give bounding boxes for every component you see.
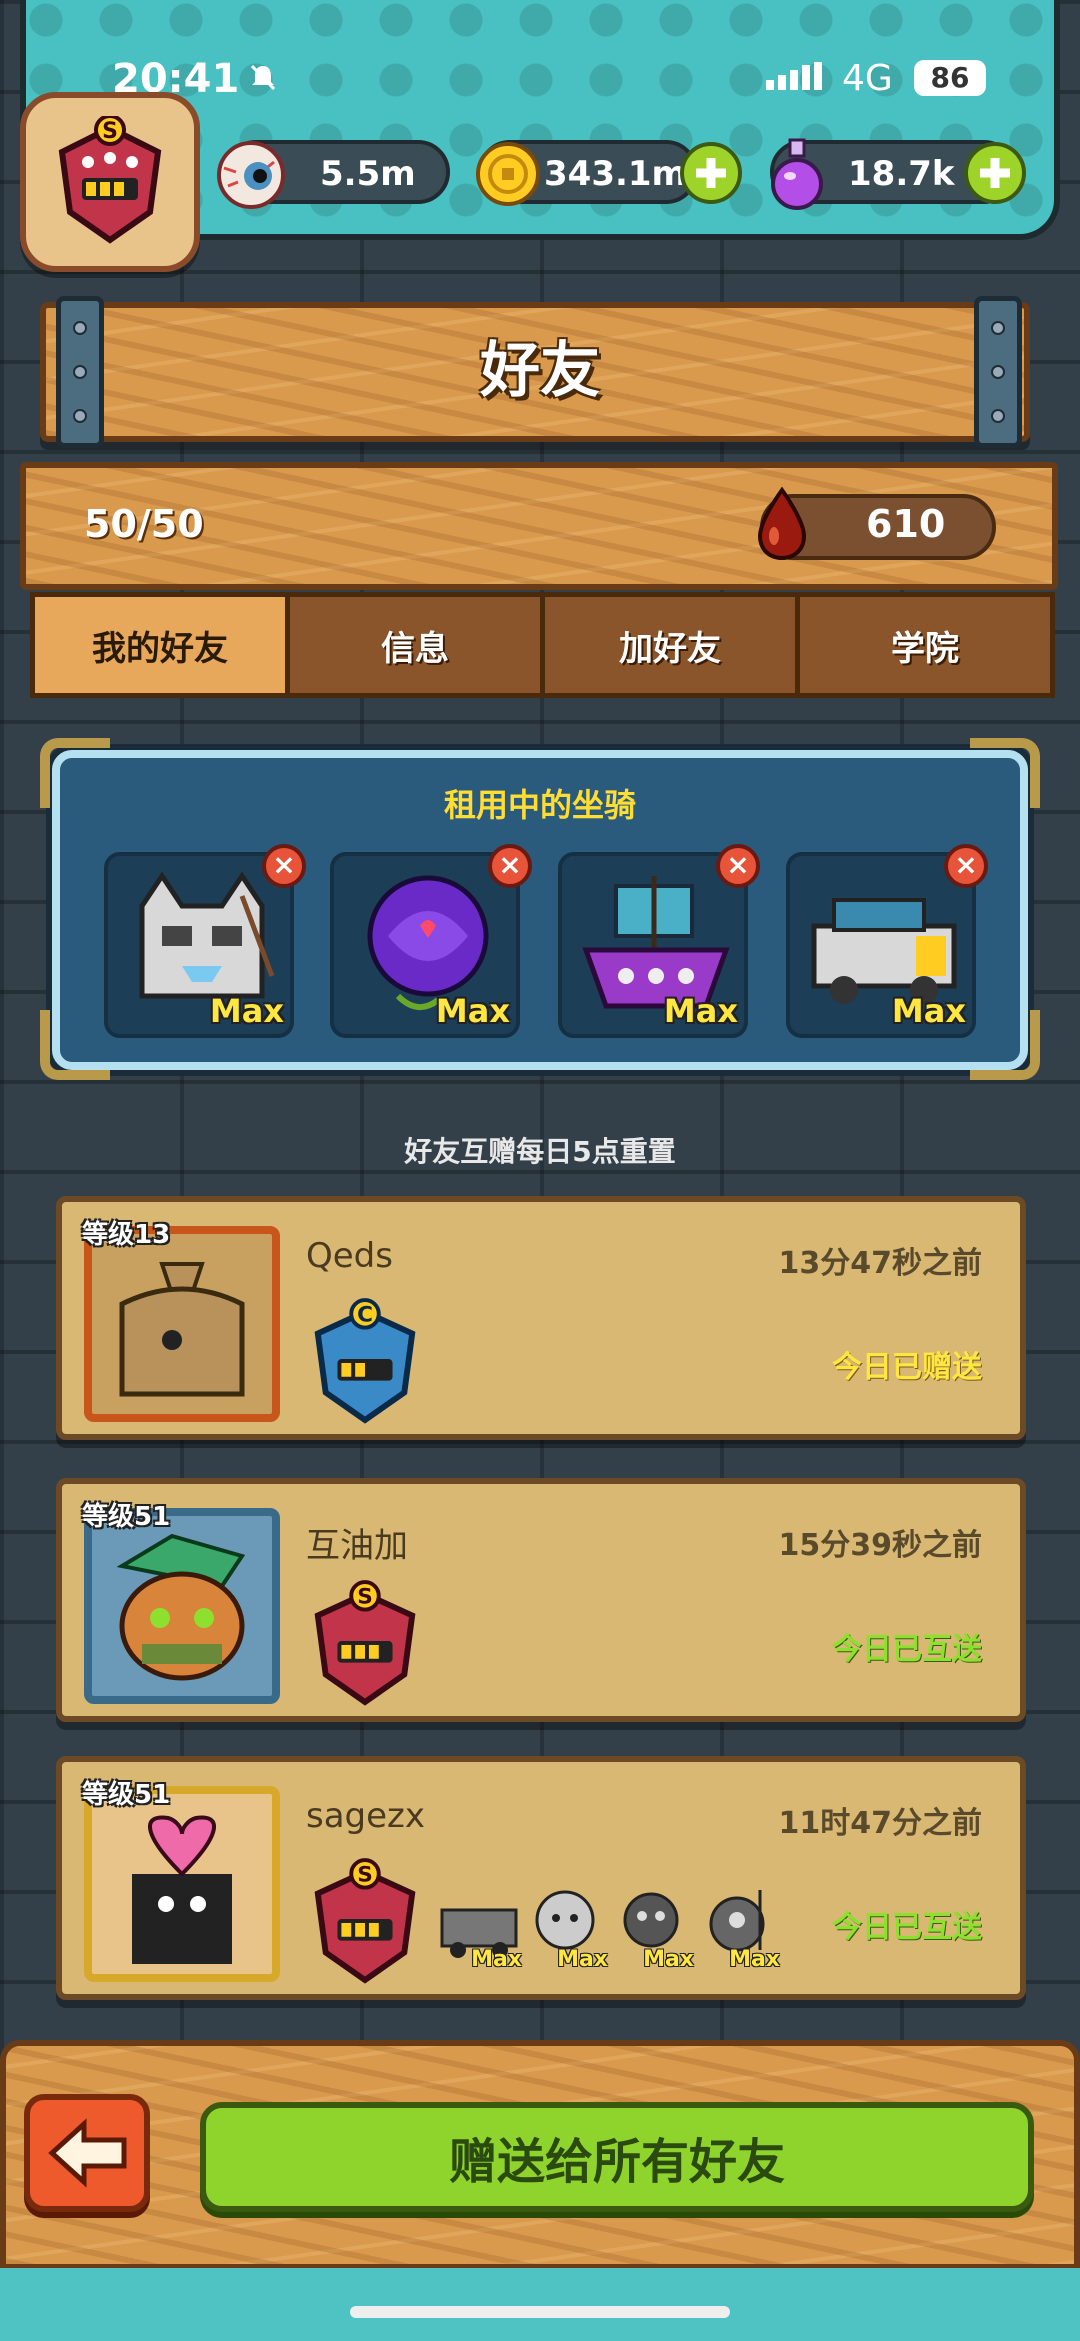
friend-last-seen: 15分39秒之前: [778, 1528, 983, 1563]
bell-muted-icon: [250, 64, 276, 91]
rank-s-shield-icon: S: [314, 1858, 416, 1984]
gift-status: 今日已互送: [832, 1632, 982, 1667]
mount-level-label: Max: [663, 992, 738, 1030]
friend-card[interactable]: 等级51 互油加 15分39秒之前 S 今日已互送: [56, 1478, 1026, 1722]
svg-text:S: S: [357, 1585, 373, 1610]
remove-mount-button[interactable]: ×: [716, 844, 760, 888]
gift-status: 今日已互送: [832, 1910, 982, 1945]
friend-mount: Max: [694, 1880, 780, 1972]
eyeball-icon: [217, 141, 285, 209]
friend-level: 等级51: [82, 1502, 171, 1532]
back-button[interactable]: [24, 2094, 150, 2212]
friend-mount: Max: [522, 1880, 608, 1972]
friend-level: 等级13: [82, 1220, 171, 1250]
add-gold-button[interactable]: [680, 142, 742, 204]
friend-tabs: 我的好友 信息 加好友 学院: [30, 592, 1055, 698]
player-rank-avatar[interactable]: S: [20, 92, 200, 272]
tab-academy[interactable]: 学院: [795, 592, 1055, 698]
rank-c-shield-icon: C: [314, 1298, 416, 1424]
svg-text:C: C: [357, 1303, 373, 1328]
gold-resource-value: 343.1m: [544, 154, 687, 194]
warrior-avatar-icon: [116, 1533, 246, 1681]
bottom-strip: [0, 2268, 1080, 2341]
friend-name: sagezx: [306, 1796, 426, 1836]
back-arrow-icon: [48, 2118, 127, 2188]
gift-status: 今日已赠送: [832, 1350, 982, 1385]
friend-card[interactable]: 等级51 sagezx 11时47分之前 S Max Max Max Max 今…: [56, 1756, 1026, 2000]
friend-name: 互油加: [306, 1526, 408, 1566]
friend-avatar-frame: [84, 1508, 280, 1704]
panel-corner: [970, 1010, 1040, 1080]
remove-mount-button[interactable]: ×: [262, 844, 306, 888]
potion-icon: [771, 138, 823, 210]
tab-add-friend[interactable]: 加好友: [540, 592, 800, 698]
sack-avatar-icon: [119, 1262, 245, 1397]
daily-reset-note: 好友互赠每日5点重置: [404, 1135, 676, 1168]
rented-mounts-title: 租用中的坐骑: [443, 786, 636, 824]
friend-last-seen: 13分47秒之前: [778, 1246, 983, 1281]
remove-mount-button[interactable]: ×: [488, 844, 532, 888]
signal-icon: [766, 62, 822, 90]
svg-text:S: S: [357, 1863, 373, 1888]
friend-level: 等级51: [82, 1780, 171, 1810]
eyeball-resource-value: 5.5m: [320, 154, 416, 194]
friend-name: Qeds: [306, 1236, 393, 1276]
rank-s-shield-icon: S: [58, 116, 162, 244]
heart-creature-avatar-icon: [132, 1815, 232, 1964]
page-title: 好友: [480, 336, 600, 406]
friend-last-seen: 11时47分之前: [778, 1806, 983, 1841]
gift-all-friends-button[interactable]: 赠送给所有好友: [200, 2102, 1034, 2212]
mount-level-label: Max: [729, 1947, 780, 1972]
battery-indicator: 86: [914, 60, 986, 96]
friend-avatar-frame: [84, 1786, 280, 1982]
tab-messages[interactable]: 信息: [285, 592, 545, 698]
tab-my-friends[interactable]: 我的好友: [30, 592, 290, 698]
network-label: 4G: [842, 58, 893, 99]
mount-level-label: Max: [643, 1947, 694, 1972]
friend-avatar-frame: [84, 1226, 280, 1422]
blood-points-value: 610: [866, 502, 946, 546]
mount-level-label: Max: [471, 1947, 522, 1972]
friend-count: 50/50: [84, 502, 204, 546]
blood-drop-icon: [757, 486, 807, 561]
remove-mount-button[interactable]: ×: [944, 844, 988, 888]
rank-s-shield-icon: S: [314, 1580, 416, 1706]
home-indicator[interactable]: [350, 2306, 730, 2318]
panel-corner: [40, 1010, 110, 1080]
friend-mount: Max: [436, 1880, 522, 1972]
gold-coin-icon: [476, 142, 540, 206]
mount-level-label: Max: [891, 992, 966, 1030]
potion-resource-value: 18.7k: [848, 154, 955, 194]
friend-card[interactable]: 等级13 Qeds 13分47秒之前 C 今日已赠送: [56, 1196, 1026, 1440]
mount-slot-rose[interactable]: Max ×: [330, 844, 532, 1038]
mount-slot-ship[interactable]: Max ×: [558, 844, 760, 1038]
mount-level-label: Max: [435, 992, 510, 1030]
mount-slot-cat[interactable]: Max ×: [104, 844, 306, 1038]
mount-level-label: Max: [557, 1947, 608, 1972]
friend-mount: Max: [608, 1880, 694, 1972]
mount-slot-truck[interactable]: Max ×: [786, 844, 988, 1038]
svg-text:S: S: [102, 119, 118, 144]
add-potion-button[interactable]: [964, 142, 1026, 204]
mount-level-label: Max: [209, 992, 284, 1030]
